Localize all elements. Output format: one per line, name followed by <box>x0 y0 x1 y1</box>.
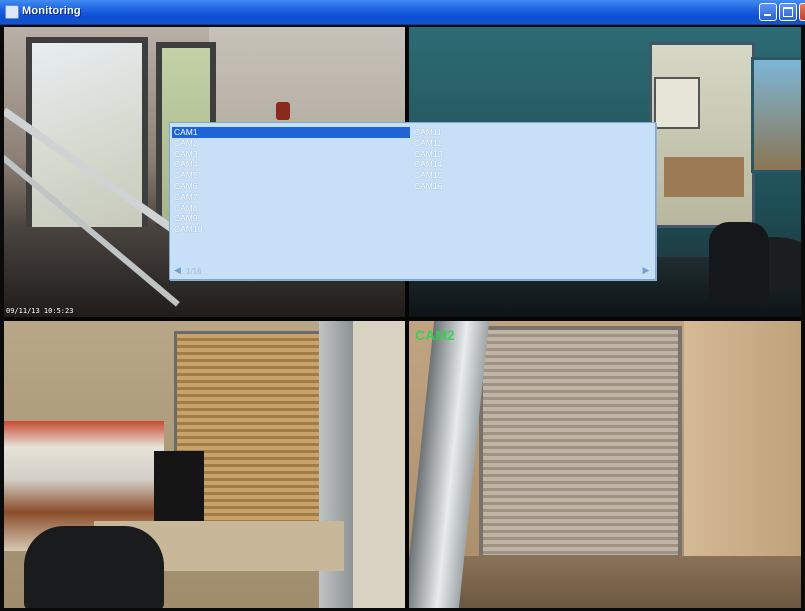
list-item[interactable]: CAM7 <box>172 192 412 203</box>
camera-scene <box>664 157 744 197</box>
camera-scene <box>409 556 801 608</box>
close-button[interactable] <box>799 3 805 21</box>
list-item[interactable]: CAM13 <box>412 149 652 160</box>
camera-scene <box>479 326 682 559</box>
list-item[interactable]: CAM3 <box>172 149 412 160</box>
list-item[interactable]: CAM16 <box>412 181 652 192</box>
camera-select-list[interactable]: CAM1 CAM2 CAM3 CAM4 CAM5 CAM6 CAM7 CAM8 … <box>169 122 656 280</box>
list-item[interactable]: CAM2 <box>172 138 412 149</box>
camera-list-left-column: CAM1 CAM2 CAM3 CAM4 CAM5 CAM6 CAM7 CAM8 … <box>172 127 412 235</box>
list-item[interactable]: CAM10 <box>172 224 412 235</box>
camera-scene <box>276 102 290 120</box>
camera-scene <box>649 42 755 228</box>
camera-scene <box>751 57 801 173</box>
camera-list-right-column: CAM11 CAM12 CAM13 CAM14 CAM15 CAM16 <box>412 127 652 192</box>
list-item[interactable]: CAM14 <box>412 159 652 170</box>
list-item[interactable]: CAM11 <box>412 127 652 138</box>
camera-scene <box>654 77 700 129</box>
list-item[interactable]: CAM12 <box>412 138 652 149</box>
title-bar[interactable]: Monitoring <box>0 0 805 25</box>
camera-label: CAM2 <box>415 327 455 343</box>
list-item[interactable]: CAM15 <box>412 170 652 181</box>
list-item[interactable]: CAM5 <box>172 170 412 181</box>
camera-app-icon <box>5 5 19 19</box>
scroll-left-icon[interactable]: ◀ <box>174 266 184 276</box>
list-item[interactable]: CAM6 <box>172 181 412 192</box>
window-title: Monitoring <box>22 5 81 17</box>
camera-timestamp: 09/11/13 10:5:23 <box>6 307 74 315</box>
list-item[interactable]: CAM9 <box>172 213 412 224</box>
list-item[interactable]: CAM1 <box>172 127 410 138</box>
list-item[interactable]: CAM8 <box>172 203 412 214</box>
camera-scene <box>154 451 204 521</box>
scroll-right-icon[interactable]: ▶ <box>641 266 651 276</box>
list-item[interactable]: CAM4 <box>172 159 412 170</box>
minimize-button[interactable] <box>759 3 777 21</box>
maximize-button[interactable] <box>779 3 797 21</box>
camera-view-4[interactable]: CAM2 <box>409 321 801 608</box>
camera-view-3[interactable] <box>4 321 405 608</box>
camera-scene <box>24 526 164 608</box>
camera-scene <box>709 222 769 302</box>
grid-divider <box>4 317 801 321</box>
list-status: 1/16 <box>186 267 202 276</box>
camera-grid: 09/11/13 10:5:23 CAM2 <box>4 27 801 608</box>
camera-scene <box>353 321 405 608</box>
monitoring-window: Monitoring 09/11/13 10:5:23 CAM2 CAM1 CA… <box>0 0 805 611</box>
